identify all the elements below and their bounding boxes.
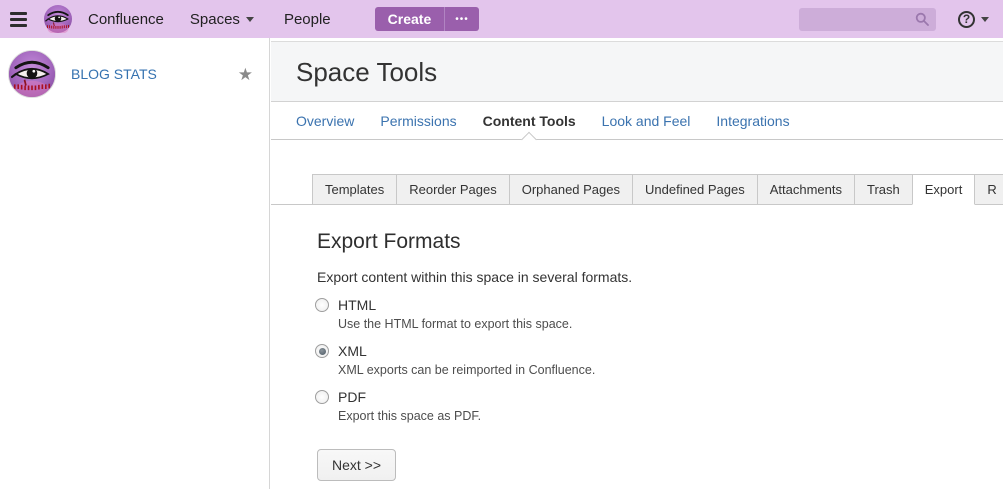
subtab-truncated[interactable]: R [974,174,1003,206]
hamburger-menu-icon[interactable] [10,11,27,27]
tab-overview[interactable]: Overview [296,102,354,139]
create-button-group: Create ••• [374,7,479,31]
chevron-down-icon [981,16,989,22]
tab-look-and-feel[interactable]: Look and Feel [602,102,691,139]
people-menu[interactable]: People [284,11,331,28]
radio-xml-description: XML exports can be reimported in Conflue… [338,363,596,378]
spaces-menu[interactable]: Spaces [190,11,254,28]
subtab-templates[interactable]: Templates [312,174,398,206]
help-menu[interactable]: ? [958,10,989,28]
eye-logo-icon [9,51,55,97]
space-card: BLOG STATS ★ [8,50,257,98]
subtab-reorder-pages[interactable]: Reorder Pages [396,174,510,206]
space-name-link[interactable]: BLOG STATS [71,66,238,82]
more-options-button[interactable]: ••• [444,7,479,31]
radio-html[interactable] [315,298,329,313]
space-tools-tabs: Overview Permissions Content Tools Look … [271,102,1003,141]
export-option-pdf: PDF Export this space as PDF. [315,389,1003,423]
export-option-xml: XML XML exports can be reimported in Con… [315,343,1003,377]
next-button[interactable]: Next >> [317,449,397,482]
page-title: Space Tools [296,57,438,87]
confluence-site-logo[interactable] [44,5,72,33]
radio-xml[interactable] [315,344,329,359]
radio-html-label[interactable]: HTML [338,297,376,313]
space-avatar[interactable] [8,50,56,98]
app-title[interactable]: Confluence [88,11,164,28]
subtab-attachments[interactable]: Attachments [756,174,856,206]
create-button[interactable]: Create [374,7,445,31]
eye-logo-icon [44,5,72,33]
search-icon [915,12,929,26]
help-icon: ? [958,10,975,28]
tab-permissions[interactable]: Permissions [380,102,456,139]
content-tools-panel: Templates Reorder Pages Orphaned Pages U… [271,174,1003,482]
search-input[interactable] [806,10,915,28]
search-box[interactable] [799,7,936,31]
subtab-trash[interactable]: Trash [854,174,913,206]
subtab-export[interactable]: Export [911,174,976,206]
subtab-orphaned-pages[interactable]: Orphaned Pages [508,174,633,206]
radio-pdf[interactable] [315,390,329,405]
spaces-menu-label: Spaces [189,10,240,28]
content-tools-subtabs: Templates Reorder Pages Orphaned Pages U… [271,174,1003,206]
tab-content-tools[interactable]: Content Tools [483,102,576,139]
export-formats-heading: Export Formats [317,230,461,254]
radio-xml-label[interactable]: XML [338,343,367,359]
export-intro-text: Export content within this space in seve… [317,269,633,286]
tab-integrations[interactable]: Integrations [716,102,789,139]
top-navbar: Confluence Spaces People Create ••• ? [0,0,1003,38]
favorite-star-icon[interactable]: ★ [238,66,253,83]
space-sidebar: BLOG STATS ★ [0,38,270,489]
ellipsis-icon: ••• [455,13,469,25]
radio-html-description: Use the HTML format to export this space… [338,317,573,332]
subtab-undefined-pages[interactable]: Undefined Pages [632,174,758,206]
chevron-down-icon [245,16,254,22]
export-option-html: HTML Use the HTML format to export this … [315,297,1003,331]
page-header: Space Tools [271,41,1003,103]
radio-pdf-description: Export this space as PDF. [338,409,482,424]
main-content: Space Tools Overview Permissions Content… [271,38,1003,489]
radio-pdf-label[interactable]: PDF [338,389,366,405]
